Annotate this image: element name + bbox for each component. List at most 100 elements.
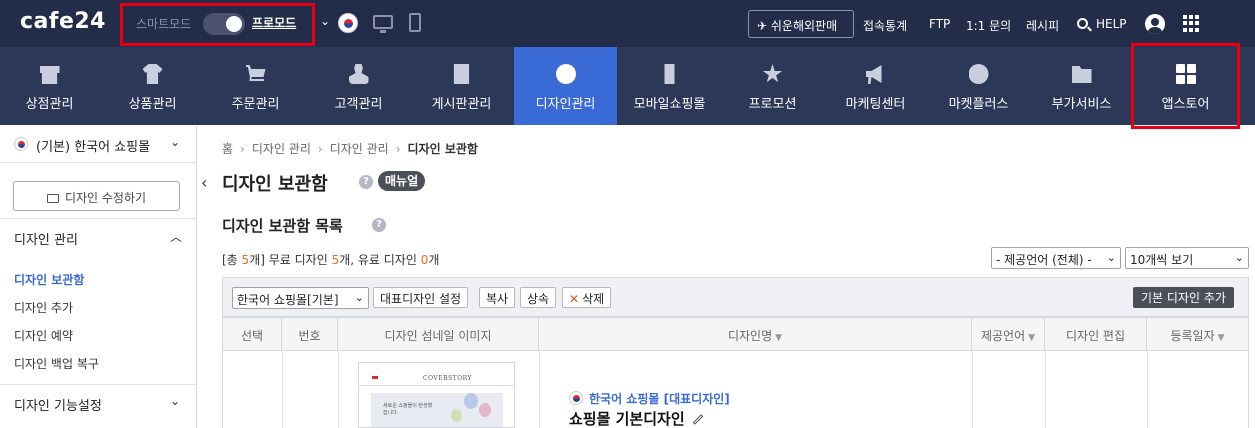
smart-mode-label[interactable]: 스마트모드: [136, 15, 191, 32]
inquiry-link[interactable]: 1:1 문의: [966, 17, 1011, 34]
access-stats-link[interactable]: 접속통계: [863, 17, 907, 34]
nav-marketplus[interactable]: 마켓플러스: [929, 47, 1028, 125]
sidebar-item-design-storage[interactable]: 디자인 보관함: [14, 271, 84, 288]
star-icon: [762, 64, 783, 83]
cart-icon: [245, 65, 266, 81]
sidebar-item-backup-restore[interactable]: 디자인 백업 복구: [14, 355, 99, 372]
manual-button[interactable]: 매뉴얼: [378, 171, 426, 191]
breadcrumb-home[interactable]: 홈: [222, 142, 233, 156]
shop-select-label: (기본) 한국어 쇼핑몰: [36, 140, 151, 155]
balloon-icon: [479, 403, 491, 417]
nav-addon[interactable]: 부가서비스: [1032, 47, 1131, 125]
copy-button[interactable]: 복사: [479, 287, 516, 308]
delete-label: 삭제: [582, 292, 605, 306]
pc-icon[interactable]: [373, 15, 393, 33]
per-page-select[interactable]: 10개씩 보기 ⌄: [1125, 247, 1249, 269]
col-language[interactable]: 제공언어 ▼: [972, 318, 1045, 351]
sidebar-item-design-reserve[interactable]: 디자인 예약: [14, 327, 73, 344]
nav-label: 모바일쇼핑몰: [633, 97, 706, 112]
nav-mobile[interactable]: 모바일쇼핑몰: [620, 47, 719, 125]
chevron-down-icon: ⌄: [1234, 251, 1244, 264]
mode-toggle[interactable]: [203, 13, 245, 35]
chevron-down-icon: ⌄: [354, 291, 364, 304]
language-filter-value: - 제공언어 (전체) -: [996, 253, 1092, 267]
top-bar: cafe24 스마트모드 프로모드 ⌄ ✈ 쉬운해외판매 접속통계 FTP 1:…: [0, 0, 1255, 47]
table-header: 선택 번호 디자인 섬네일 이미지 디자인명 ▼ 제공언어 ▼ 디자인 편집 등록일…: [223, 317, 1248, 351]
pro-mode-label[interactable]: 프로모드: [252, 14, 296, 31]
nav-products[interactable]: 상품관리: [103, 47, 202, 125]
cafe24-logo[interactable]: cafe24: [20, 9, 106, 34]
help-link[interactable]: HELP: [1096, 17, 1127, 31]
nav-label: 부가서비스: [1051, 97, 1112, 112]
design-shop-label[interactable]: 한국어 쇼핑몰 [대표디자인]: [569, 390, 730, 407]
nav-board[interactable]: 게시판관리: [412, 47, 511, 125]
help-icon[interactable]: ?: [359, 175, 373, 189]
nav-label: 게시판관리: [431, 97, 492, 112]
sort-icon: ▼: [1217, 333, 1225, 343]
sidebar-item-add-design[interactable]: 디자인 추가: [14, 299, 73, 316]
design-name-text: 쇼핑몰 기본디자인: [569, 410, 685, 428]
col-date[interactable]: 등록일자 ▼: [1147, 318, 1248, 351]
col-label: 등록일자: [1170, 329, 1215, 343]
edit-design-label: 디자인 수정하기: [64, 191, 147, 205]
chevron-down-icon[interactable]: ⌄: [320, 14, 330, 28]
sort-icon: ▼: [1028, 333, 1036, 343]
keyboard-icon: [46, 194, 59, 203]
column-divider: [972, 351, 973, 428]
folder-plus-icon: [1071, 66, 1092, 83]
person-icon: [348, 64, 369, 84]
delete-button[interactable]: ✕ 삭제: [562, 287, 612, 308]
nav-marketing[interactable]: 마케팅센터: [826, 47, 925, 125]
summary-text: 개, 유료 디자인: [339, 253, 421, 267]
airplane-icon: ✈: [757, 19, 768, 33]
nav-orders[interactable]: 주문관리: [206, 47, 305, 125]
sidebar: (기본) 한국어 쇼핑몰 ⌄ 디자인 수정하기 디자인 관리 ︿ 디자인 보관함…: [0, 125, 197, 428]
design-shop-text: 한국어 쇼핑몰 [대표디자인]: [589, 392, 730, 406]
count-summary: [총 5개] 무료 디자인 5개, 유료 디자인 0개: [222, 251, 439, 268]
design-thumbnail[interactable]: COVERSTORY 새로운 쇼핑몰이 탄생했습니다.: [358, 362, 515, 428]
store-icon: [39, 66, 60, 84]
apps-grid-icon[interactable]: [1183, 15, 1200, 32]
summary-text: 개: [428, 253, 440, 267]
nav-customers[interactable]: 고객관리: [309, 47, 408, 125]
list-toolbar: 한국어 쇼핑몰[기본] ⌄ 대표디자인 설정 복사 상속 ✕ 삭제 기본 디자인 추…: [222, 277, 1249, 317]
palette-icon: [555, 64, 576, 84]
back-chevron-icon[interactable]: ‹: [201, 173, 207, 192]
language-filter-select[interactable]: - 제공언어 (전체) - ⌄: [991, 247, 1121, 269]
design-manage-section[interactable]: 디자인 관리 ︿: [0, 218, 196, 256]
nav-promotion[interactable]: 프로모션: [723, 47, 822, 125]
summary-text: [총: [222, 253, 242, 267]
design-function-section[interactable]: 디자인 기능설정 ⌄: [0, 384, 196, 422]
add-basic-design-button[interactable]: 기본 디자인 추가: [1133, 287, 1234, 308]
shop-filter-select[interactable]: 한국어 쇼핑몰[기본] ⌄: [232, 287, 369, 309]
inherit-button[interactable]: 상속: [520, 287, 557, 308]
korea-flag-icon[interactable]: [338, 13, 358, 33]
shop-select[interactable]: (기본) 한국어 쇼핑몰 ⌄: [0, 125, 196, 163]
breadcrumb-item[interactable]: 디자인 관리: [252, 142, 311, 156]
per-page-value: 10개씩 보기: [1130, 253, 1194, 267]
board-icon: [453, 64, 470, 84]
nav-label: 마케팅센터: [845, 97, 906, 112]
column-divider: [539, 351, 540, 428]
help-icon[interactable]: ?: [372, 218, 386, 232]
set-main-design-button[interactable]: 대표디자인 설정: [373, 287, 469, 308]
pencil-icon[interactable]: [692, 414, 703, 425]
delete-x-icon: ✕: [569, 292, 580, 306]
balloon-icon: [464, 393, 478, 409]
edit-design-button[interactable]: 디자인 수정하기: [13, 181, 180, 211]
nav-store[interactable]: 상점관리: [0, 47, 99, 125]
breadcrumb-item[interactable]: 디자인 관리: [330, 142, 389, 156]
col-design-name[interactable]: 디자인명 ▼: [539, 318, 972, 351]
user-icon[interactable]: [1145, 14, 1165, 34]
ftp-link[interactable]: FTP: [929, 17, 950, 31]
search-icon[interactable]: [1077, 18, 1088, 29]
global-sale-button[interactable]: ✈ 쉬운해외판매: [748, 10, 854, 38]
nav-label: 고객관리: [334, 97, 383, 112]
appstore-highlight-box: [1131, 43, 1240, 129]
nav-design[interactable]: 디자인관리: [514, 47, 617, 125]
recipe-link[interactable]: 레시피: [1026, 17, 1059, 34]
mobile-icon[interactable]: [409, 13, 421, 32]
page-title: 디자인 보관함: [222, 174, 328, 195]
global-sale-label: 쉬운해외판매: [770, 19, 838, 33]
korea-flag-icon: [14, 137, 28, 151]
